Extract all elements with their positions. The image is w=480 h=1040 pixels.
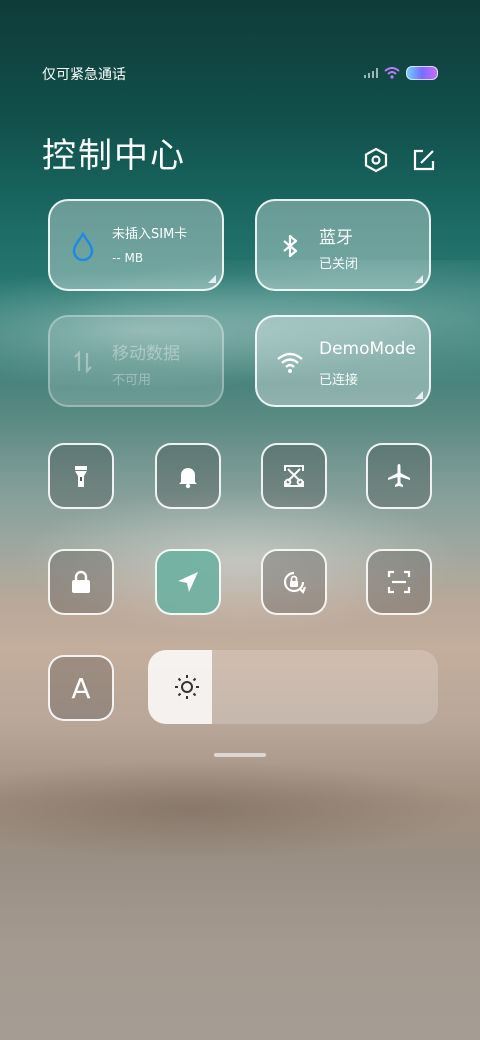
wifi-tile-status: 已连接 [319, 373, 359, 388]
bluetooth-tile[interactable]: 蓝牙 已关闭 [255, 199, 431, 291]
bell-icon [179, 468, 197, 489]
status-icons [364, 66, 438, 80]
mobile-data-tile-status: 不可用 [112, 373, 152, 388]
scanner-toggle[interactable] [366, 549, 432, 615]
bluetooth-tile-title: 蓝牙 [319, 228, 353, 248]
sim-tile-title: 未插入SIM卡 [112, 227, 188, 242]
hexagon-settings-icon[interactable] [362, 146, 390, 174]
location-toggle[interactable] [155, 549, 221, 615]
location-arrow-icon [178, 572, 198, 592]
screenshot-toggle[interactable] [261, 443, 327, 509]
wifi-icon [277, 352, 303, 373]
sim-data-tile[interactable]: 未插入SIM卡 -- MB [48, 199, 224, 291]
lock-icon [72, 570, 90, 593]
page-title: 控制中心 [42, 136, 186, 176]
scan-icon [387, 570, 411, 594]
sim-tile-usage: -- MB [112, 251, 144, 265]
brightness-slider[interactable] [148, 650, 438, 724]
auto-brightness-toggle[interactable]: A [48, 655, 114, 721]
bluetooth-icon [283, 234, 298, 258]
flashlight-icon [75, 466, 87, 487]
airplane-toggle[interactable] [366, 443, 432, 509]
expand-corner-icon [208, 275, 216, 283]
signal-icon [364, 68, 378, 78]
scissors-icon [284, 465, 304, 487]
bluetooth-tile-status: 已关闭 [319, 257, 359, 272]
wifi-status-icon [384, 67, 400, 79]
flashlight-toggle[interactable] [48, 443, 114, 509]
expand-corner-icon [415, 275, 423, 283]
sun-icon [175, 675, 199, 699]
rotation-lock-icon [283, 571, 307, 594]
edit-icon[interactable] [410, 146, 438, 174]
wifi-tile[interactable]: DemoMode 已连接 [255, 315, 431, 407]
mobile-data-tile[interactable]: 移动数据 不可用 [48, 315, 224, 407]
water-drop-icon [72, 231, 94, 261]
battery-icon [406, 66, 438, 80]
expand-corner-icon [415, 391, 423, 399]
carrier-status: 仅可紧急通话 [42, 67, 126, 83]
wallpaper-wet-sand [0, 760, 480, 860]
lock-toggle[interactable] [48, 549, 114, 615]
letter-a-icon: A [71, 671, 91, 705]
silent-toggle[interactable] [155, 443, 221, 509]
drag-handle[interactable] [214, 753, 266, 757]
mobile-data-tile-title: 移动数据 [112, 344, 180, 364]
wifi-tile-ssid: DemoMode [319, 339, 416, 359]
data-arrows-icon [74, 350, 92, 374]
airplane-icon [388, 464, 410, 487]
rotation-lock-toggle[interactable] [261, 549, 327, 615]
